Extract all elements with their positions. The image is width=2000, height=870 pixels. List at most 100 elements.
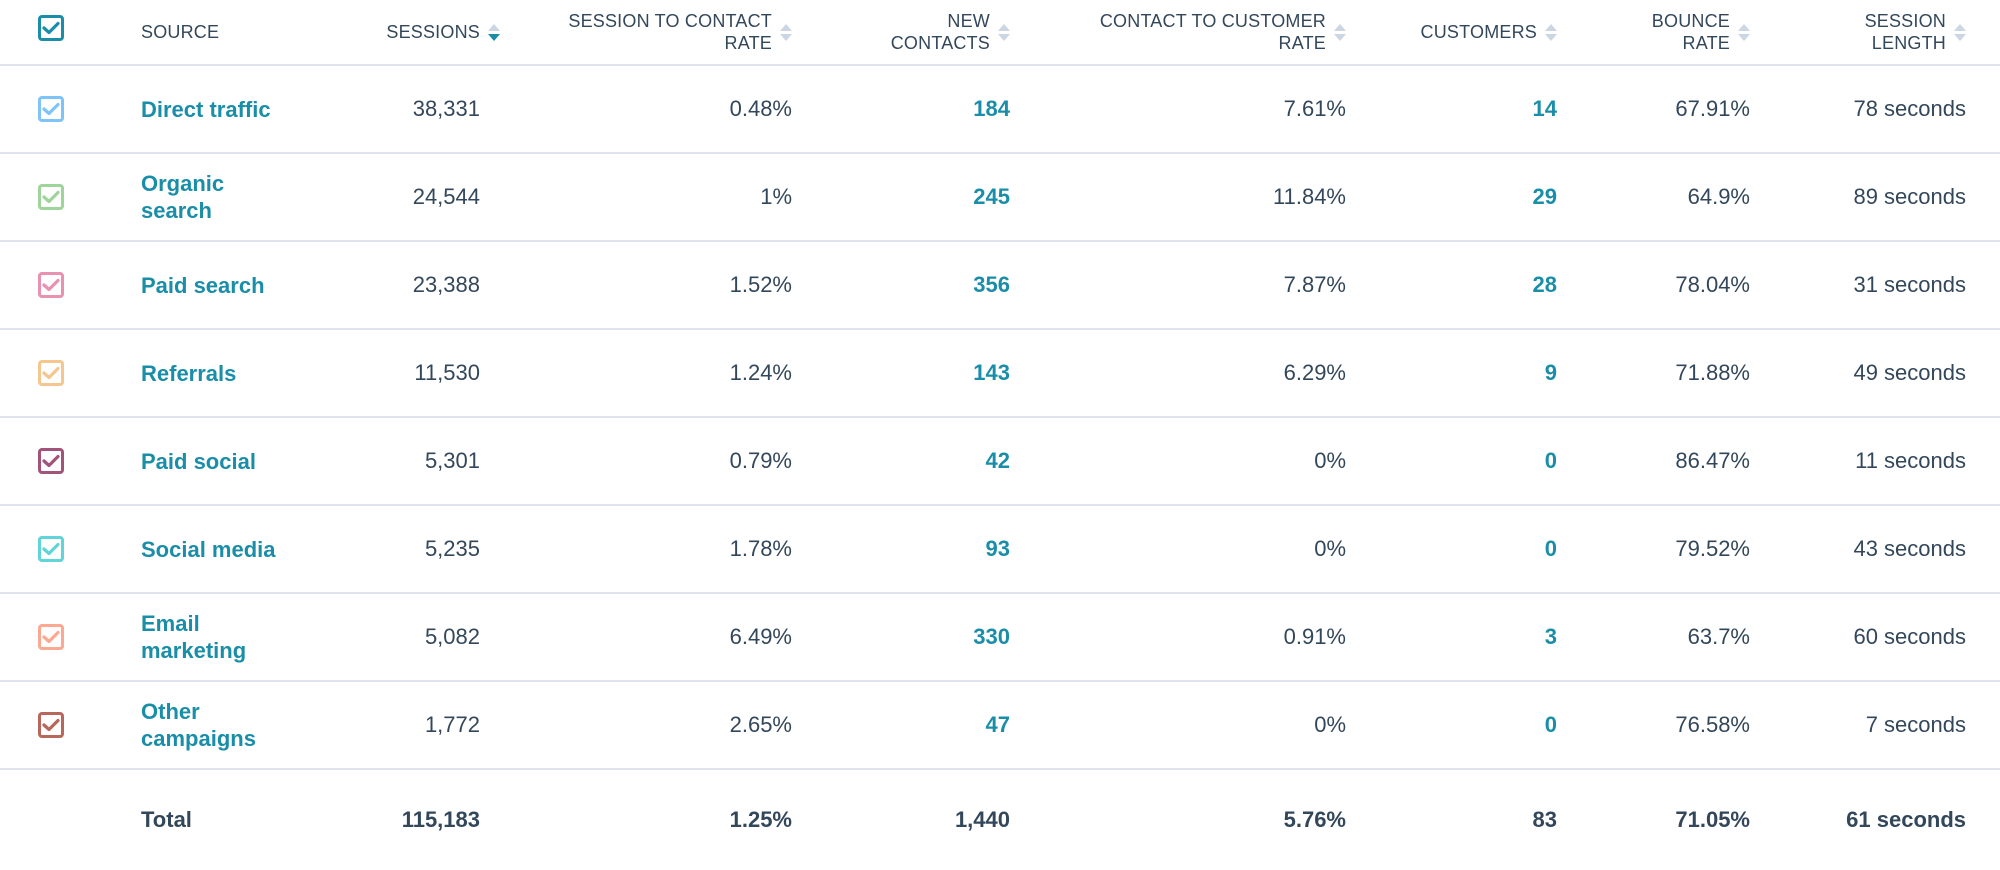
header-session-length[interactable]: SESSION LENGTH: [1780, 0, 1966, 64]
customers-link[interactable]: 0: [1545, 536, 1557, 562]
sort-icon[interactable]: [780, 23, 792, 41]
session-length-cell: 89 seconds: [1853, 184, 1966, 209]
total-contact-to-customer-rate: 5.76%: [1283, 807, 1346, 832]
session-to-contact-rate-cell: 1.52%: [729, 272, 792, 297]
total-label: Total: [141, 807, 192, 832]
source-cell: Referrals: [141, 330, 321, 416]
source-cell: Paid social: [141, 418, 321, 504]
row-checkbox[interactable]: [38, 624, 64, 650]
session-length-cell: 49 seconds: [1853, 360, 1966, 385]
new-contacts-link[interactable]: 143: [973, 360, 1010, 386]
sort-down-arrow-icon: [1954, 33, 1966, 41]
sessions-cell: 38,331: [412, 96, 480, 121]
new-contacts-cell: 330: [840, 594, 1010, 680]
sort-up-arrow-icon: [488, 23, 500, 31]
sort-icon[interactable]: [1738, 23, 1750, 41]
customers-link[interactable]: 0: [1545, 448, 1557, 474]
header-bounce-rate[interactable]: BOUNCE RATE: [1580, 0, 1750, 64]
table-row: Organic search 24,544 1% 245 11.84% 29 64…: [0, 154, 2000, 242]
row-checkbox[interactable]: [38, 272, 64, 298]
session-to-contact-rate-cell: 6.49%: [729, 624, 792, 649]
session-to-contact-rate-cell: 0.79%: [729, 448, 792, 473]
sort-down-arrow-icon: [780, 33, 792, 41]
sort-icon[interactable]: [1334, 23, 1346, 41]
session-length-cell: 60 seconds: [1853, 624, 1966, 649]
header-session-to-contact-rate[interactable]: SESSION TO CONTACT RATE: [520, 0, 792, 64]
sort-icon[interactable]: [1954, 23, 1966, 41]
row-checkbox[interactable]: [38, 448, 64, 474]
table-row: Social media 5,235 1.78% 93 0% 0 79.52% …: [0, 506, 2000, 594]
customers-link[interactable]: 3: [1545, 624, 1557, 650]
sessions-cell: 5,082: [424, 624, 480, 649]
header-new-contacts[interactable]: NEW CONTACTS: [840, 0, 1010, 64]
checkmark-icon: [42, 454, 60, 468]
new-contacts-cell: 356: [840, 242, 1010, 328]
session-to-contact-rate-cell: 1%: [760, 184, 792, 209]
source-link[interactable]: Direct traffic: [141, 96, 291, 123]
header-source: SOURCE: [141, 22, 220, 42]
customers-link[interactable]: 29: [1533, 184, 1557, 210]
source-link[interactable]: Other campaigns: [141, 698, 291, 752]
new-contacts-link[interactable]: 93: [986, 536, 1010, 562]
header-contact-to-customer-rate[interactable]: CONTACT TO CUSTOMER RATE: [1060, 0, 1346, 64]
row-checkbox[interactable]: [38, 712, 64, 738]
customers-link[interactable]: 14: [1533, 96, 1557, 122]
new-contacts-cell: 143: [840, 330, 1010, 416]
sessions-cell: 5,235: [424, 536, 480, 561]
bounce-rate-cell: 86.47%: [1675, 448, 1750, 473]
source-link[interactable]: Paid social: [141, 448, 291, 475]
customers-link[interactable]: 9: [1545, 360, 1557, 386]
sessions-cell: 5,301: [424, 448, 480, 473]
row-checkbox[interactable]: [38, 360, 64, 386]
checkmark-icon: [42, 102, 60, 116]
sort-up-arrow-icon: [1334, 23, 1346, 31]
customers-link[interactable]: 28: [1533, 272, 1557, 298]
bounce-rate-cell: 64.9%: [1687, 184, 1750, 209]
sort-up-arrow-icon: [1738, 23, 1750, 31]
checkmark-icon: [42, 718, 60, 732]
source-link[interactable]: Paid search: [141, 272, 291, 299]
select-all-checkbox[interactable]: [38, 15, 64, 41]
bounce-rate-cell: 67.91%: [1675, 96, 1750, 121]
contact-to-customer-rate-cell: 7.87%: [1283, 272, 1346, 297]
sort-icon[interactable]: [1545, 23, 1557, 41]
total-new-contacts: 1,440: [954, 807, 1010, 832]
checkmark-icon: [42, 366, 60, 380]
new-contacts-link[interactable]: 245: [973, 184, 1010, 210]
new-contacts-link[interactable]: 42: [986, 448, 1010, 474]
new-contacts-link[interactable]: 47: [986, 712, 1010, 738]
checkmark-icon: [42, 542, 60, 556]
total-row: Total 115,183 1.25% 1,440 5.76% 83 71.05…: [0, 770, 2000, 870]
new-contacts-link[interactable]: 356: [973, 272, 1010, 298]
sort-icon[interactable]: [998, 23, 1010, 41]
sort-down-arrow-icon: [998, 33, 1010, 41]
row-checkbox[interactable]: [38, 96, 64, 122]
bounce-rate-cell: 71.88%: [1675, 360, 1750, 385]
source-link[interactable]: Referrals: [141, 360, 291, 387]
table-row: Paid search 23,388 1.52% 356 7.87% 28 78…: [0, 242, 2000, 330]
total-bounce-rate: 71.05%: [1675, 807, 1750, 832]
row-checkbox[interactable]: [38, 536, 64, 562]
customers-cell: 9: [1380, 330, 1557, 416]
new-contacts-link[interactable]: 330: [973, 624, 1010, 650]
sort-down-arrow-icon: [488, 33, 500, 41]
customers-cell: 0: [1380, 418, 1557, 504]
source-cell: Social media: [141, 506, 321, 592]
new-contacts-link[interactable]: 184: [973, 96, 1010, 122]
contact-to-customer-rate-cell: 0%: [1314, 448, 1346, 473]
total-customers: 83: [1532, 807, 1557, 832]
contact-to-customer-rate-cell: 0.91%: [1283, 624, 1346, 649]
header-customers[interactable]: CUSTOMERS: [1380, 0, 1557, 64]
customers-link[interactable]: 0: [1545, 712, 1557, 738]
new-contacts-cell: 47: [840, 682, 1010, 768]
header-sessions[interactable]: SESSIONS: [300, 0, 500, 64]
checkmark-icon: [42, 21, 60, 35]
source-link[interactable]: Email marketing: [141, 610, 291, 664]
sort-icon[interactable]: [488, 23, 500, 41]
source-link[interactable]: Social media: [141, 536, 291, 563]
row-checkbox[interactable]: [38, 184, 64, 210]
source-link[interactable]: Organic search: [141, 170, 291, 224]
total-sessions: 115,183: [401, 807, 480, 832]
customers-cell: 29: [1380, 154, 1557, 240]
session-to-contact-rate-cell: 1.78%: [729, 536, 792, 561]
